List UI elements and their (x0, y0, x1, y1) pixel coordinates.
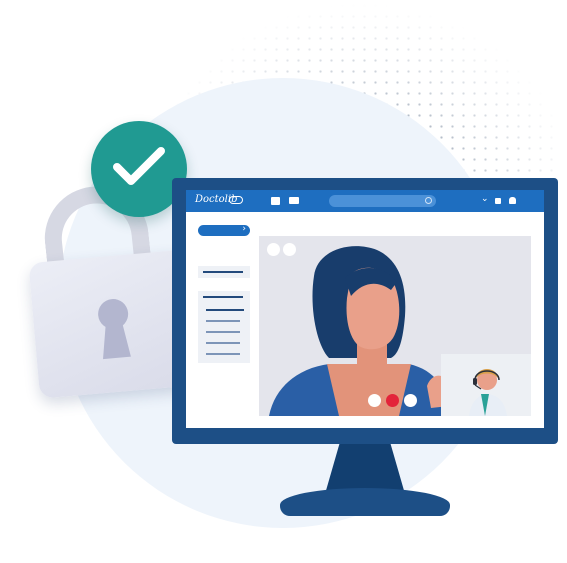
search-icon[interactable] (425, 197, 432, 204)
calendar-icon[interactable] (271, 197, 280, 205)
keyhole-icon (98, 299, 131, 360)
monitor-screen: Doctolib ⌄ › (186, 190, 544, 428)
check-icon (113, 147, 165, 185)
logo-badge (229, 196, 243, 204)
search-input[interactable] (329, 195, 436, 207)
sidebar-panel (198, 303, 250, 363)
bell-icon[interactable] (509, 197, 516, 204)
video-call-area (259, 236, 531, 416)
arrow-right-icon: › (242, 224, 246, 234)
end-call-button[interactable] (386, 394, 399, 407)
lock-icon[interactable] (495, 198, 501, 204)
monitor-stand (280, 488, 450, 516)
camera-button[interactable] (404, 394, 417, 407)
sidebar-item[interactable] (198, 291, 250, 303)
sidebar-primary-button[interactable]: › (198, 224, 250, 236)
doctor-video-thumbnail (441, 354, 531, 416)
sidebar-item[interactable] (198, 266, 250, 278)
monitor: Doctolib ⌄ › (172, 178, 558, 444)
app-topbar: Doctolib ⌄ (186, 190, 544, 212)
chevron-down-icon[interactable]: ⌄ (481, 194, 489, 204)
mail-icon[interactable] (289, 197, 299, 204)
doctor-figure (469, 369, 507, 416)
microphone-button[interactable] (368, 394, 381, 407)
